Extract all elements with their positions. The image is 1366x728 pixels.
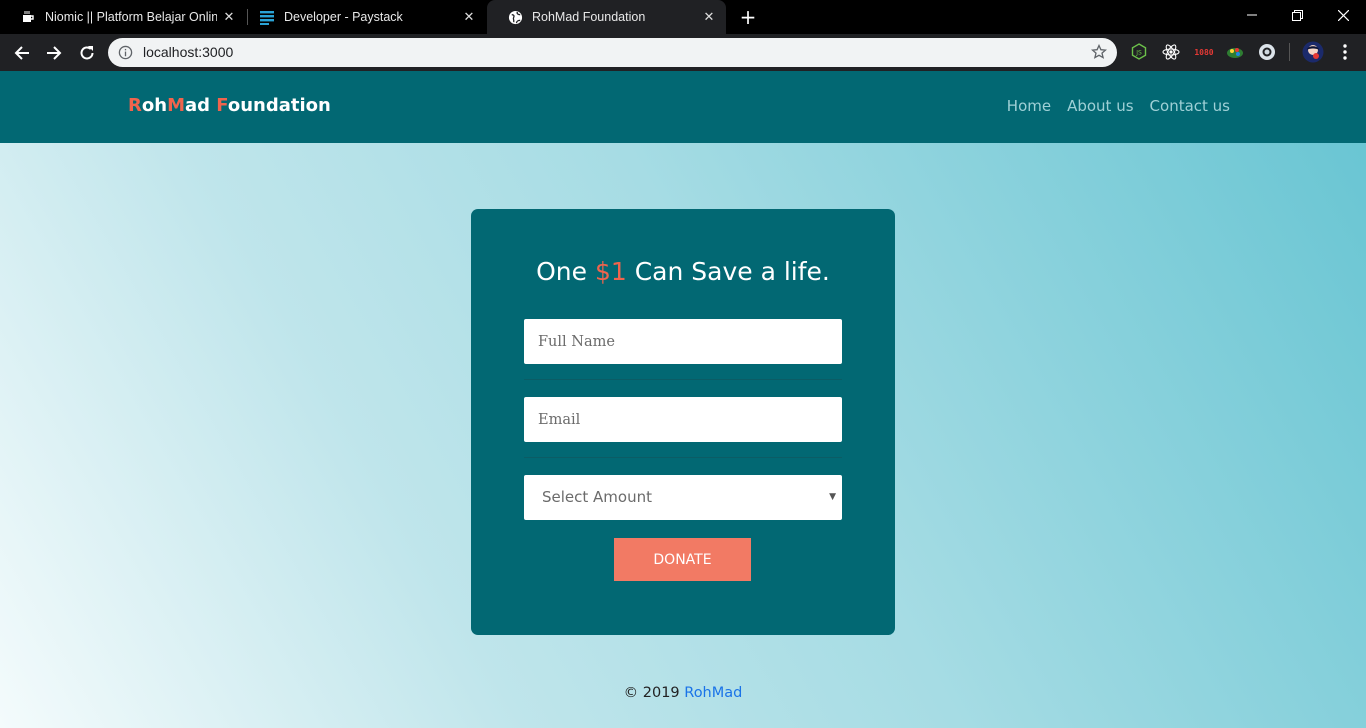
browser-toolbar: localhost:3000 JS 1080 [0, 34, 1366, 71]
nav-links: Home About us Contact us [1007, 97, 1230, 115]
field-divider [524, 457, 842, 458]
email-input[interactable] [524, 397, 842, 442]
minimize-icon[interactable] [1229, 0, 1275, 30]
react-devtools-icon[interactable] [1162, 43, 1180, 61]
toolbar-divider [1289, 43, 1290, 61]
svg-text:JS: JS [1135, 50, 1142, 57]
reload-icon[interactable] [74, 40, 100, 66]
donation-heading: One $1 Can Save a life. [471, 257, 895, 286]
brand-text: ad [184, 95, 217, 116]
color-picker-extension-icon[interactable] [1226, 43, 1244, 61]
tab-title: RohMad Foundation [532, 10, 646, 24]
close-window-icon[interactable] [1320, 0, 1366, 30]
browser-tab-niomic[interactable]: Niomic || Platform Belajar Online ✕ [0, 0, 246, 34]
heading-amount: $1 [594, 257, 627, 286]
brand-text: oundation [227, 95, 331, 116]
site-footer: © 2019 RohMad [0, 685, 1366, 701]
nav-link-home[interactable]: Home [1007, 97, 1051, 115]
address-bar[interactable]: localhost:3000 [108, 38, 1117, 67]
brand-text: oh [141, 95, 168, 116]
site-navbar: RohMad Foundation Home About us Contact … [0, 71, 1366, 143]
close-tab-icon[interactable]: ✕ [462, 9, 476, 24]
nav-link-about[interactable]: About us [1067, 97, 1133, 115]
tab-title: Developer - Paystack [284, 10, 403, 24]
url-text: localhost:3000 [143, 44, 234, 60]
author-link[interactable]: RohMad [684, 685, 742, 701]
back-arrow-icon[interactable] [9, 40, 35, 66]
copyright-text: © 2019 [623, 685, 685, 701]
donation-card: One $1 Can Save a life. Select Amount ▼ … [471, 209, 895, 635]
tab-title: Niomic || Platform Belajar Online [45, 10, 217, 24]
site-info-icon[interactable] [118, 45, 133, 64]
browser-tab-paystack[interactable]: Developer - Paystack ✕ [239, 0, 486, 34]
extension-ring-icon[interactable] [1258, 43, 1276, 61]
resolution-extension-icon[interactable]: 1080 [1192, 43, 1216, 61]
full-name-input[interactable] [524, 319, 842, 364]
browser-menu-icon[interactable] [1336, 43, 1354, 61]
paystack-favicon-icon [259, 9, 275, 25]
globe-favicon-icon [507, 9, 523, 25]
donate-button[interactable]: DONATE [614, 538, 751, 581]
profile-avatar[interactable] [1302, 41, 1324, 63]
chevron-down-icon: ▼ [829, 492, 836, 502]
brand-letter: M [167, 95, 185, 116]
browser-tab-rohmad[interactable]: RohMad Foundation ✕ [487, 0, 726, 34]
browser-tabstrip: Niomic || Platform Belajar Online ✕ Deve… [0, 0, 1366, 34]
forward-arrow-icon[interactable] [41, 40, 67, 66]
brand-letter: F [216, 95, 228, 116]
field-divider [524, 379, 842, 380]
heading-text: Can Save a life. [626, 257, 830, 286]
nodejs-extension-icon[interactable]: JS [1130, 43, 1148, 61]
new-tab-icon[interactable]: + [738, 7, 758, 27]
page-content: RohMad Foundation Home About us Contact … [0, 71, 1366, 728]
brand-letter: R [128, 95, 142, 116]
amount-select-value: Select Amount [542, 488, 652, 506]
site-brand[interactable]: RohMad Foundation [128, 95, 331, 116]
bookmark-star-icon[interactable] [1090, 43, 1108, 64]
close-tab-icon[interactable]: ✕ [702, 9, 716, 24]
heading-text: One [536, 257, 595, 286]
nav-link-contact[interactable]: Contact us [1150, 97, 1230, 115]
close-tab-icon[interactable]: ✕ [222, 9, 236, 24]
amount-select[interactable]: Select Amount ▼ [524, 475, 842, 520]
niomic-favicon-icon [20, 9, 36, 25]
restore-icon[interactable] [1274, 0, 1320, 30]
